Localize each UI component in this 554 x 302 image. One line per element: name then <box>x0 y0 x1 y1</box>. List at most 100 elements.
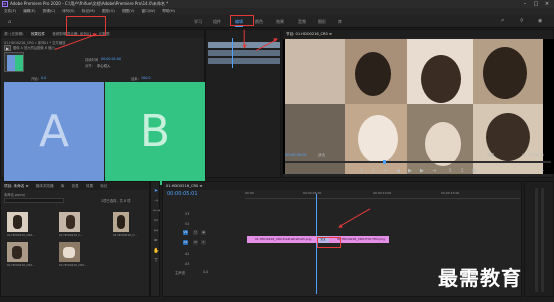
search-icon[interactable]: ⚲ <box>520 18 524 24</box>
menu-clip[interactable]: 剪辑(C) <box>43 9 56 13</box>
transition-preview-thumbnail <box>4 52 24 72</box>
annotation-box-transition <box>317 237 341 248</box>
menu-window[interactable]: 窗口(W) <box>142 9 156 13</box>
pen-tool-icon[interactable]: ✒ <box>153 238 159 244</box>
workspace-libraries[interactable]: 库 <box>338 15 342 28</box>
master-volume-value[interactable]: 0.0 <box>203 270 208 274</box>
project-file-name: 未命名.prproj <box>4 193 25 197</box>
duration-value[interactable]: 00:00:01:00 <box>101 57 121 61</box>
track-a2-label[interactable]: A2 <box>185 252 189 256</box>
project-item-name-3: 01.HDO0216_C... <box>113 233 138 237</box>
track-v1-target[interactable]: V1 <box>183 230 188 235</box>
menu-graphics[interactable]: 图形(G) <box>102 9 115 13</box>
tab-libraries[interactable]: 库 <box>58 184 68 188</box>
project-thumb-3[interactable] <box>113 212 129 232</box>
menu-marker[interactable]: 标记(M) <box>82 9 95 13</box>
play-icon[interactable]: ▶ <box>408 168 412 174</box>
notifications-icon[interactable]: ◉ <box>538 18 542 24</box>
project-thumb-2[interactable] <box>59 212 80 232</box>
tab-media-browser[interactable]: 媒体浏览器 <box>33 184 57 188</box>
menu-edit[interactable]: 编辑(E) <box>23 9 35 13</box>
project-panel: 项目: 未命名 ≡ 媒体浏览器 库 信息 效果 标记 未命名.prproj 1项… <box>0 181 150 297</box>
go-to-out-icon[interactable]: ⇥ <box>432 168 436 174</box>
timeline-clip-a[interactable]: 01.HDO0216_CR0-PrePrePrePrePr.png <box>247 236 317 243</box>
track-a3-label[interactable]: A3 <box>185 262 189 266</box>
annotation-box-editing <box>230 15 254 26</box>
program-playhead[interactable] <box>383 160 386 164</box>
project-thumb-4[interactable] <box>7 242 28 262</box>
menu-help[interactable]: 帮助(H) <box>162 9 175 13</box>
clip-bar-b[interactable] <box>208 58 280 64</box>
workspace-graphics[interactable]: 图形 <box>318 15 326 28</box>
play-transition-icon[interactable]: ▶ <box>4 45 11 51</box>
go-to-in-icon[interactable]: ⇤ <box>384 168 388 174</box>
ripple-edit-tool-icon[interactable]: ⟷ <box>153 208 160 214</box>
selection-tool-icon[interactable]: ➤ <box>153 188 159 194</box>
razor-tool-icon[interactable]: ✂ <box>153 218 159 224</box>
tab-effects[interactable]: 效果 <box>83 184 96 188</box>
step-forward-icon[interactable]: ▶ <box>420 168 424 174</box>
tab-sequence[interactable]: 01.HDO0216_CR0 ≡ <box>163 184 205 188</box>
program-monitor-tabs: 节目: 01.HDO0216_CR0 ≡ <box>283 30 553 38</box>
ruler-label-15: 00:00:15:00 <box>441 191 460 195</box>
project-search-input[interactable] <box>4 198 64 203</box>
timeline-ruler[interactable] <box>245 198 520 199</box>
workspace-effects[interactable]: 效果 <box>276 15 284 28</box>
mark-out-icon[interactable]: } <box>372 168 375 174</box>
step-back-icon[interactable]: ◀ <box>396 168 400 174</box>
selection-count: 1项已选择，共 8 项 <box>101 199 131 203</box>
tab-markers[interactable]: 标记 <box>97 184 110 188</box>
menu-file[interactable]: 文件(F) <box>4 9 16 13</box>
start-value[interactable]: 0.0 <box>41 76 46 80</box>
lift-icon[interactable]: ↥ <box>448 168 452 174</box>
timeline-tabs: 01.HDO0216_CR0 ≡ <box>163 182 521 190</box>
track-a1-solo-icon[interactable]: S <box>201 240 206 245</box>
workspace-learn[interactable]: 学习 <box>194 15 202 28</box>
tab-effect-controls[interactable]: 效果控件 <box>28 32 48 36</box>
tab-program[interactable]: 节目: 01.HDO0216_CR0 ≡ <box>283 32 335 36</box>
track-a1-target[interactable]: A1 <box>183 240 188 245</box>
clip-bar-a[interactable] <box>208 50 280 56</box>
alignment-select[interactable]: 中心切入 <box>97 63 110 68</box>
workspace-assembly[interactable]: 组件 <box>213 15 221 28</box>
track-v2-label[interactable]: V2 <box>185 222 189 226</box>
playback-quality-select[interactable]: 完整 <box>487 153 494 158</box>
menu-view[interactable]: 视图(V) <box>122 9 134 13</box>
track-a1-mute-icon[interactable]: M <box>193 240 198 245</box>
add-button-icon[interactable]: + <box>540 168 544 174</box>
end-value[interactable]: 100.0 <box>141 76 150 80</box>
home-icon[interactable]: ⌂ <box>8 19 11 25</box>
project-thumb-1[interactable] <box>7 212 28 232</box>
program-scrub-bar[interactable] <box>285 161 551 163</box>
extract-icon[interactable]: ↧ <box>460 168 464 174</box>
audio-meters <box>524 181 554 297</box>
maximize-icon[interactable]: □ <box>531 0 541 8</box>
program-timecode[interactable]: 00:00:00:01 <box>285 153 307 157</box>
menu-sequence[interactable]: 序列(S) <box>62 9 74 13</box>
track-v1-eye-icon[interactable]: ◉ <box>201 230 206 235</box>
mark-in-icon[interactable]: { <box>360 168 363 174</box>
close-icon[interactable]: × <box>542 0 552 8</box>
hand-tool-icon[interactable]: ✋ <box>153 248 159 254</box>
track-v3-label[interactable]: V3 <box>185 212 189 216</box>
export-frame-icon[interactable]: ▣ <box>472 168 477 174</box>
workspace-audio[interactable]: 音频 <box>298 15 306 28</box>
slip-tool-icon[interactable]: ↔ <box>153 228 159 234</box>
zoom-fit-select[interactable]: 适合 <box>318 153 325 158</box>
ruler-label-0: 00:00 <box>245 191 254 195</box>
effect-controls-timeline <box>205 29 281 178</box>
track-select-tool-icon[interactable]: ⇢ <box>153 198 159 204</box>
timeline-timecode[interactable]: 00:00:05:01 <box>167 191 198 197</box>
tab-source[interactable]: 源: (无剪辑) <box>1 32 27 36</box>
effect-controls-panel: 源: (无剪辑) 效果控件 音频剪辑混合器: 序列01 元数据 01.HDO02… <box>0 29 205 208</box>
end-label: 结束: <box>131 77 139 81</box>
workspace-color[interactable]: 颜色 <box>255 15 263 28</box>
quick-export-icon[interactable]: ↗ <box>500 18 504 24</box>
minimize-icon[interactable]: – <box>520 0 530 8</box>
effect-playhead[interactable] <box>232 38 233 68</box>
project-thumb-5[interactable] <box>59 242 80 262</box>
tab-project[interactable]: 项目: 未命名 ≡ <box>1 184 31 188</box>
track-v1-lock-icon[interactable]: ◯ <box>193 230 198 235</box>
type-tool-icon[interactable]: T <box>153 258 159 264</box>
tab-info[interactable]: 信息 <box>69 184 82 188</box>
